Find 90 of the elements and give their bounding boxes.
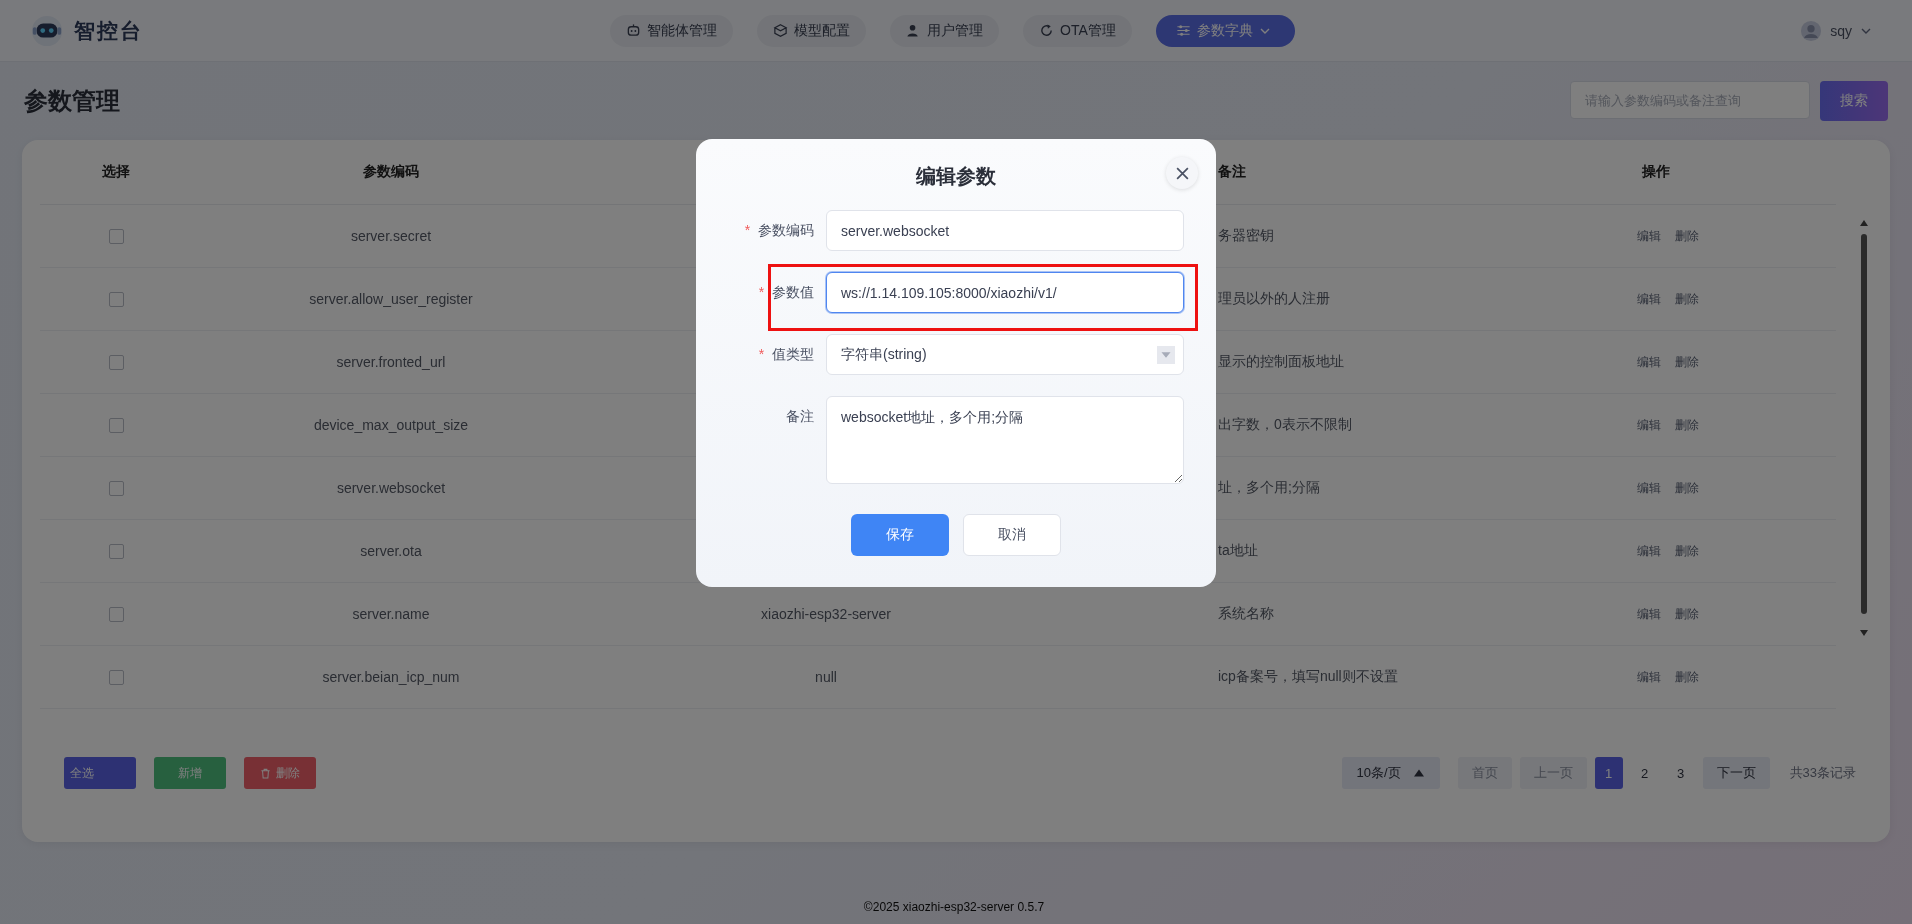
- page-number[interactable]: 3: [1666, 757, 1695, 789]
- refresh-icon: [1039, 23, 1054, 38]
- delete-link[interactable]: 删除: [1675, 290, 1699, 308]
- cancel-button[interactable]: 取消: [963, 514, 1061, 556]
- trash-icon: [260, 767, 271, 779]
- type-select[interactable]: 字符串(string): [826, 334, 1184, 375]
- required-asterisk: *: [758, 346, 765, 362]
- row-checkbox[interactable]: [108, 418, 124, 434]
- table-cell: icp备案号，填写null则不设置: [1218, 668, 1398, 684]
- total-count: 共33条记录: [1789, 764, 1856, 782]
- edit-link[interactable]: 编辑: [1637, 227, 1661, 245]
- table-cell: server.websocket: [336, 480, 446, 496]
- edit-link[interactable]: 编辑: [1637, 668, 1661, 686]
- column-header: 操作: [1641, 163, 1671, 181]
- edit-link[interactable]: 编辑: [1637, 353, 1661, 371]
- row-checkbox[interactable]: [108, 229, 124, 245]
- table-cell: server.secret: [350, 228, 432, 244]
- column-header: 参数编码: [362, 163, 420, 181]
- save-button[interactable]: 保存: [851, 514, 949, 556]
- field-label: 值类型: [772, 346, 814, 362]
- column-header: 备注: [1218, 163, 1246, 179]
- table-cell: 出字数，0表示不限制: [1218, 416, 1352, 432]
- table-cell: null: [815, 669, 837, 685]
- table-cell: 址，多个用;分隔: [1218, 479, 1320, 495]
- field-label: 参数值: [772, 284, 814, 300]
- select-all-button[interactable]: 全选: [64, 757, 136, 789]
- table-cell: 显示的控制面板地址: [1218, 353, 1344, 369]
- table-cell: server.ota: [360, 543, 422, 559]
- delete-link[interactable]: 删除: [1675, 353, 1699, 371]
- avatar-icon[interactable]: [1800, 19, 1823, 42]
- column-header: 选择: [101, 163, 131, 181]
- delete-link[interactable]: 删除: [1675, 227, 1699, 245]
- page-size-select[interactable]: 10条/页: [1341, 757, 1440, 789]
- table-cell: server.beian_icp_num: [322, 669, 460, 685]
- nav-tab[interactable]: 智能体管理: [610, 14, 733, 47]
- table-cell: server.name: [352, 606, 430, 622]
- delete-link[interactable]: 删除: [1675, 416, 1699, 434]
- scrollbar[interactable]: [1858, 218, 1870, 638]
- table-cell: xiaozhi-esp32-server: [761, 606, 891, 622]
- text-field[interactable]: ws://1.14.109.105:8000/xiaozhi/v1/: [826, 272, 1184, 313]
- table-cell: 系统名称: [1218, 605, 1274, 621]
- table-cell: device_max_output_size: [313, 417, 469, 433]
- add-button[interactable]: 新增: [154, 757, 226, 789]
- delete-link[interactable]: 删除: [1675, 542, 1699, 560]
- brand-name: 智控台: [74, 17, 143, 44]
- close-icon: [1174, 165, 1190, 181]
- nav-tab[interactable]: 参数字典: [1155, 14, 1295, 47]
- cube-icon: [773, 23, 788, 38]
- nav-tab[interactable]: OTA管理: [1023, 14, 1132, 47]
- dialog-title: 编辑参数: [916, 163, 996, 189]
- user-icon: [906, 23, 921, 38]
- required-asterisk: *: [744, 222, 751, 238]
- required-asterisk: *: [758, 284, 765, 300]
- edit-link[interactable]: 编辑: [1637, 605, 1661, 623]
- caret-up-icon: [1412, 767, 1425, 779]
- table-cell: ta地址: [1218, 542, 1258, 558]
- table-cell: server.allow_user_register: [309, 291, 473, 307]
- delete-button[interactable]: 删除: [244, 757, 316, 789]
- copyright-text: ©2025 xiaozhi-esp32-server 0.5.7: [863, 900, 1045, 914]
- search-button[interactable]: 搜索: [1820, 81, 1888, 121]
- row-checkbox[interactable]: [108, 481, 124, 497]
- field-label: 参数编码: [758, 222, 814, 238]
- page-number[interactable]: 2: [1630, 757, 1659, 789]
- nav-tab[interactable]: 用户管理: [890, 14, 999, 47]
- row-checkbox[interactable]: [108, 355, 124, 371]
- table-cell: server.fronted_url: [336, 354, 446, 370]
- row-checkbox[interactable]: [108, 670, 124, 686]
- close-button[interactable]: [1166, 157, 1198, 189]
- row-checkbox[interactable]: [108, 607, 124, 623]
- delete-link[interactable]: 删除: [1675, 668, 1699, 686]
- row-checkbox[interactable]: [108, 544, 124, 560]
- table-cell: 理员以外的人注册: [1218, 290, 1330, 306]
- field-label: 备注: [786, 408, 814, 424]
- edit-link[interactable]: 编辑: [1637, 290, 1661, 308]
- sliders-icon: [1175, 23, 1191, 38]
- edit-link[interactable]: 编辑: [1637, 542, 1661, 560]
- text-field[interactable]: server.websocket: [826, 210, 1184, 251]
- remark-textarea[interactable]: websocket地址，多个用;分隔: [826, 396, 1184, 484]
- delete-link[interactable]: 删除: [1675, 605, 1699, 623]
- nav-tab[interactable]: 模型配置: [757, 14, 866, 47]
- table-cell: 务器密钥: [1218, 227, 1274, 243]
- page-number[interactable]: 1: [1594, 757, 1623, 789]
- edit-link[interactable]: 编辑: [1637, 416, 1661, 434]
- robot-logo-icon: [30, 13, 64, 48]
- row-checkbox[interactable]: [108, 292, 124, 308]
- delete-link[interactable]: 删除: [1675, 479, 1699, 497]
- page-title: 参数管理: [24, 86, 120, 116]
- edit-link[interactable]: 编辑: [1637, 479, 1661, 497]
- user-name[interactable]: sqy: [1830, 22, 1852, 39]
- robot-icon: [626, 23, 641, 38]
